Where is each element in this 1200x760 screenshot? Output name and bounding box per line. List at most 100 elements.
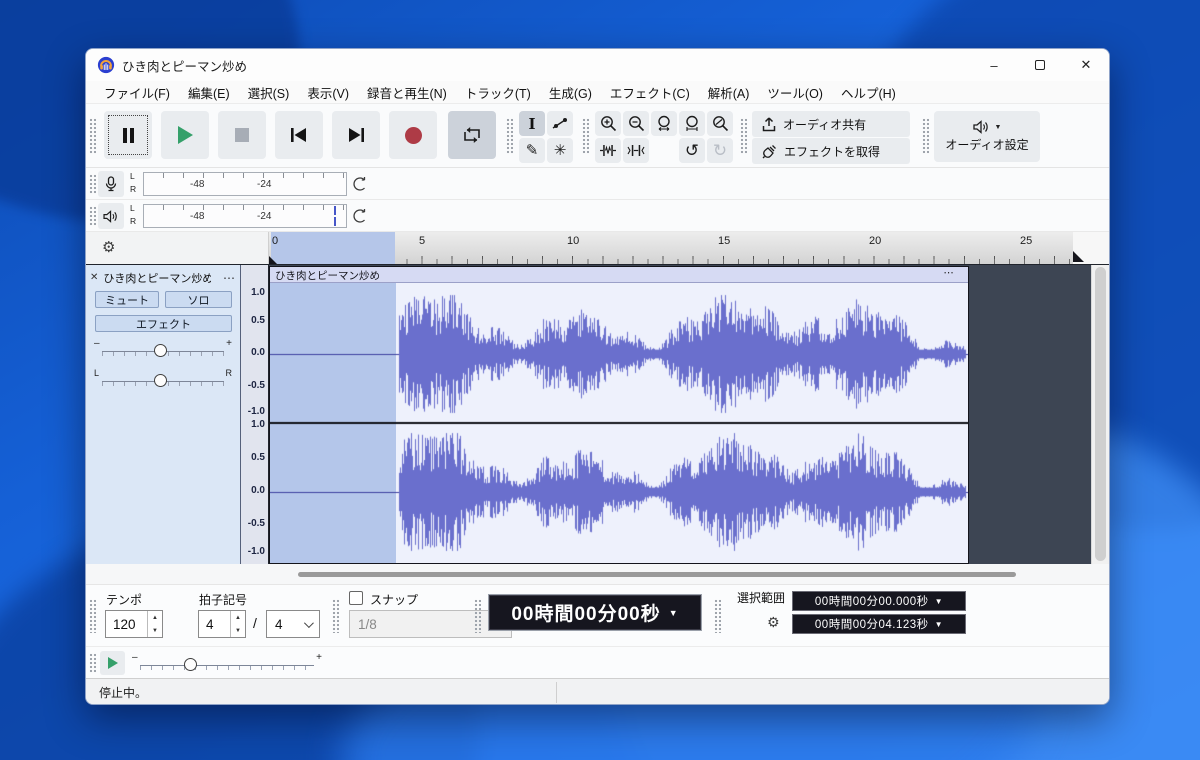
tempo-spin-buttons[interactable]: ▲ ▼ xyxy=(147,611,162,637)
timeline-ruler[interactable]: 0 5 10 15 20 25 xyxy=(269,232,1073,264)
selection-end-value[interactable]: 00時間00分04.123秒 xyxy=(815,616,929,632)
skip-to-start-button[interactable] xyxy=(275,111,323,159)
setup-toolbar-grip[interactable] xyxy=(922,118,929,154)
loop-button[interactable] xyxy=(448,111,496,159)
trim-audio-button[interactable] xyxy=(595,138,621,163)
speed-slider-knob[interactable] xyxy=(184,658,197,671)
recording-meter-grip[interactable] xyxy=(89,174,96,194)
selection-start-caret-icon[interactable]: ▼ xyxy=(935,597,943,606)
selection-toolbar-grip[interactable] xyxy=(714,599,721,633)
tempo-up-icon[interactable]: ▲ xyxy=(148,611,162,624)
effects-button[interactable]: エフェクト xyxy=(95,315,232,332)
clip-body[interactable] xyxy=(270,283,968,563)
recording-clip-indicator[interactable] xyxy=(352,176,367,197)
silence-audio-button[interactable] xyxy=(623,138,649,163)
share-audio-button[interactable]: オーディオ共有 xyxy=(752,111,910,137)
audio-setup-button[interactable]: ▼ オーディオ設定 xyxy=(934,111,1040,162)
zoom-in-button[interactable] xyxy=(595,111,621,136)
maximize-button[interactable] xyxy=(1017,49,1063,81)
snap-toolbar-grip[interactable] xyxy=(332,599,339,633)
timeline-gear-icon[interactable]: ⚙ xyxy=(102,238,115,256)
skip-to-end-button[interactable] xyxy=(332,111,380,159)
speed-toolbar-grip[interactable] xyxy=(89,653,96,673)
timesig-up-icon[interactable]: ▲ xyxy=(231,611,245,624)
vertical-scrollbar-thumb[interactable] xyxy=(1095,267,1106,561)
gain-slider[interactable]: – + xyxy=(94,338,232,360)
selection-gear-icon[interactable]: ⚙ xyxy=(767,614,780,631)
menu-transport[interactable]: 録音と再生(N) xyxy=(358,81,456,104)
audio-position-display[interactable]: 00時間00分00秒 ▼ xyxy=(488,594,702,631)
horizontal-scrollbar-thumb[interactable] xyxy=(298,572,1016,577)
tools-toolbar-grip[interactable] xyxy=(506,118,513,154)
menu-tools[interactable]: ツール(O) xyxy=(758,81,832,104)
play-at-speed-button[interactable] xyxy=(100,651,125,675)
recording-meter-button[interactable] xyxy=(98,171,124,197)
vertical-scale-ruler[interactable]: 1.0 0.5 0.0 -0.5 -1.0 1.0 0.5 0.0 -0.5 -… xyxy=(241,265,269,564)
snap-checkbox[interactable] xyxy=(349,591,363,605)
timesig-down-icon[interactable]: ▼ xyxy=(231,624,245,637)
menu-generate[interactable]: 生成(G) xyxy=(540,81,601,104)
pan-slider[interactable]: L R xyxy=(94,368,232,390)
fit-project-button[interactable] xyxy=(679,111,705,136)
transport-toolbar-grip[interactable] xyxy=(89,118,96,154)
draw-tool-button[interactable]: ✎ xyxy=(519,138,545,163)
time-toolbar-grip[interactable] xyxy=(474,599,481,633)
clip-menu-icon[interactable]: ⋯ xyxy=(944,267,957,279)
selection-end-caret-icon[interactable]: ▼ xyxy=(935,620,943,629)
selection-start-value[interactable]: 00時間00分00.000秒 xyxy=(815,593,929,609)
play-button[interactable] xyxy=(161,111,209,159)
redo-button[interactable]: ↻ xyxy=(707,138,733,163)
timesig-spin-buttons[interactable]: ▲ ▼ xyxy=(230,611,245,637)
track-close-icon[interactable]: ✕ xyxy=(90,272,98,283)
menu-tracks[interactable]: トラック(T) xyxy=(456,81,540,104)
stop-button[interactable] xyxy=(218,111,266,159)
menu-view[interactable]: 表示(V) xyxy=(298,81,358,104)
close-button[interactable]: ✕ xyxy=(1063,49,1109,81)
tempo-spinbox[interactable]: 120 ▲ ▼ xyxy=(105,610,163,638)
tempo-down-icon[interactable]: ▼ xyxy=(148,624,162,637)
playback-meter-bar[interactable]: -48 -24 xyxy=(143,204,347,228)
clip-header[interactable]: ひき肉とピーマン炒め ⋯ xyxy=(270,267,968,283)
timesig-upper-value[interactable]: 4 xyxy=(199,611,230,637)
undo-button[interactable]: ↺ xyxy=(679,138,705,163)
record-button[interactable] xyxy=(389,111,437,159)
zoom-out-button[interactable] xyxy=(623,111,649,136)
mute-button[interactable]: ミュート xyxy=(95,291,159,308)
menu-help[interactable]: ヘルプ(H) xyxy=(832,81,905,104)
minimize-button[interactable]: – xyxy=(971,49,1017,81)
multi-tool-button[interactable]: ✳ xyxy=(547,138,573,163)
vertical-scrollbar[interactable] xyxy=(1091,265,1109,564)
playback-meter-button[interactable] xyxy=(98,203,124,229)
share-toolbar-grip[interactable] xyxy=(740,118,747,154)
edit-toolbar-grip[interactable] xyxy=(582,118,589,154)
recording-meter-bar[interactable]: -48 -24 xyxy=(143,172,347,196)
playback-clip-indicator[interactable] xyxy=(352,208,367,229)
get-effects-button[interactable]: エフェクトを取得 xyxy=(752,138,910,164)
selection-start-field[interactable]: 00時間00分00.000秒 ▼ xyxy=(792,591,966,611)
menu-file[interactable]: ファイル(F) xyxy=(95,81,179,104)
zoom-toggle-button[interactable] xyxy=(707,111,733,136)
selection-end-field[interactable]: 00時間00分04.123秒 ▼ xyxy=(792,614,966,634)
selection-tool-button[interactable]: I xyxy=(519,111,545,136)
menu-select[interactable]: 選択(S) xyxy=(239,81,299,104)
fit-selection-button[interactable] xyxy=(651,111,677,136)
track-name[interactable]: ひき肉とピーマン炒め xyxy=(103,270,211,286)
time-format-caret-icon[interactable]: ▼ xyxy=(669,608,679,618)
envelope-tool-button[interactable] xyxy=(547,111,573,136)
pause-button[interactable] xyxy=(104,111,152,159)
solo-button[interactable]: ソロ xyxy=(165,291,232,308)
pan-slider-knob[interactable] xyxy=(154,374,167,387)
audio-position-value[interactable]: 00時間00分00秒 xyxy=(511,599,660,626)
menu-edit[interactable]: 編集(E) xyxy=(179,81,239,104)
horizontal-scrollbar[interactable] xyxy=(86,564,1109,584)
track-menu-icon[interactable]: ⋯ xyxy=(223,271,236,285)
timesig-lower-select[interactable]: 4 xyxy=(266,610,320,638)
speed-slider[interactable]: – + xyxy=(132,651,322,675)
menu-effect[interactable]: エフェクト(C) xyxy=(601,81,699,104)
playback-meter-grip[interactable] xyxy=(89,206,96,226)
tempo-value[interactable]: 120 xyxy=(106,611,147,637)
audio-clip[interactable]: ひき肉とピーマン炒め ⋯ xyxy=(269,266,969,564)
timesig-toolbar-grip[interactable] xyxy=(89,599,96,633)
menu-analyze[interactable]: 解析(A) xyxy=(699,81,759,104)
timesig-upper-spinbox[interactable]: 4 ▲ ▼ xyxy=(198,610,246,638)
